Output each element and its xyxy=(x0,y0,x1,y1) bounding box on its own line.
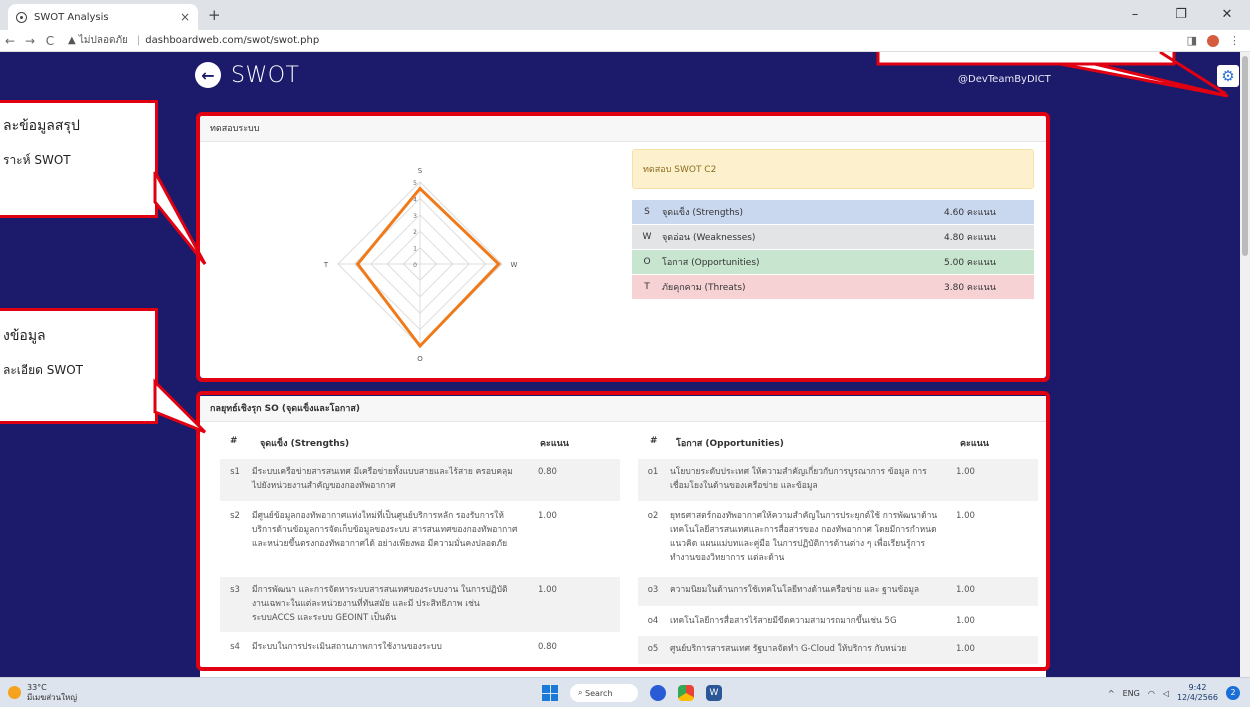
gear-icon[interactable]: ⚙ xyxy=(1217,65,1239,87)
highlight-box-detail xyxy=(196,391,1050,671)
callout-top-box xyxy=(876,52,1176,66)
tab-bar: SWOT Analysis × + – ❐ ✕ xyxy=(0,0,1250,30)
taskbar-center: ⌕ Search W xyxy=(542,684,722,702)
search-box[interactable]: ⌕ Search xyxy=(570,684,638,702)
minimize-button[interactable]: – xyxy=(1112,0,1158,30)
extensions-icon[interactable]: ◨ xyxy=(1187,34,1197,47)
weather-temp: 33°C xyxy=(27,682,47,692)
weather-widget[interactable]: 33°C มีเมฆส่วนใหญ่ xyxy=(8,683,77,703)
tab-title: SWOT Analysis xyxy=(34,11,109,23)
address-bar: ← → C ▲ ไม่ปลอดภัย | dashboardweb.com/sw… xyxy=(0,30,1250,52)
clock-time: 9:42 xyxy=(1188,683,1207,692)
menu-icon[interactable]: ⋮ xyxy=(1229,34,1240,47)
security-warning[interactable]: ▲ ไม่ปลอดภัย xyxy=(68,33,128,48)
search-label: Search xyxy=(585,688,613,698)
globe-icon xyxy=(16,11,27,23)
back-button[interactable]: ← xyxy=(0,34,20,48)
system-tray: ^ ENG ◠ ◁ 9:42 12/4/2566 2 xyxy=(1108,683,1240,703)
browser-tools: ◨ ⋮ xyxy=(1187,34,1250,47)
clock-date: 12/4/2566 xyxy=(1176,693,1218,702)
notification-badge[interactable]: 2 xyxy=(1226,686,1240,700)
window-controls: – ❐ ✕ xyxy=(1112,0,1250,30)
back-arrow-icon[interactable]: ← xyxy=(195,62,221,88)
close-window-button[interactable]: ✕ xyxy=(1204,0,1250,30)
callout-pointer-top xyxy=(1059,62,1229,98)
highlight-box-summary xyxy=(196,112,1050,382)
screen: SWOT Analysis × + – ❐ ✕ ← → C ▲ ไม่ปลอดภ… xyxy=(0,0,1250,707)
maximize-button[interactable]: ❐ xyxy=(1158,0,1204,30)
new-tab-button[interactable]: + xyxy=(208,6,221,24)
chevron-up-icon[interactable]: ^ xyxy=(1108,689,1115,698)
callout-summary-line2: ราะห์ SWOT xyxy=(3,153,71,167)
page-title: SWOT xyxy=(231,62,300,88)
chat-icon[interactable] xyxy=(650,685,666,701)
page-header: ← SWOT xyxy=(195,62,299,88)
clock[interactable]: 9:42 12/4/2566 xyxy=(1177,683,1218,703)
windows-start-icon[interactable] xyxy=(542,685,558,701)
scrollbar-thumb[interactable] xyxy=(1242,56,1248,256)
callout-detail: งข้อมูล ละเอียด SWOT xyxy=(0,308,158,424)
wifi-icon[interactable]: ◠ xyxy=(1148,689,1155,698)
weather-text: มีเมฆส่วนใหญ่ xyxy=(27,692,78,702)
profile-avatar[interactable] xyxy=(1207,34,1219,47)
close-tab-icon[interactable]: × xyxy=(180,10,190,24)
forward-button[interactable]: → xyxy=(20,34,40,48)
callout-detail-line1: งข้อมูล xyxy=(3,328,46,344)
chrome-icon[interactable] xyxy=(678,685,694,701)
callout-summary-line1: ละข้อมูลสรุป xyxy=(3,118,80,134)
speaker-icon[interactable]: ◁ xyxy=(1163,689,1169,698)
browser-tab[interactable]: SWOT Analysis × xyxy=(8,4,198,30)
reload-button[interactable]: C xyxy=(40,34,60,48)
url-field[interactable]: ▲ ไม่ปลอดภัย | dashboardweb.com/swot/swo… xyxy=(68,33,319,48)
taskbar: 33°C มีเมฆส่วนใหญ่ ⌕ Search W ^ ENG ◠ ◁ … xyxy=(0,677,1250,707)
url-text: dashboardweb.com/swot/swot.php xyxy=(145,35,320,46)
language-indicator[interactable]: ENG xyxy=(1123,689,1140,698)
page-body: ← SWOT @DevTeamByDICT ⚙ ทดสอบระบบ SWOT01… xyxy=(0,52,1250,677)
credit-text: @DevTeamByDICT xyxy=(958,74,1051,85)
url-separator: | xyxy=(136,35,141,46)
sun-icon xyxy=(8,686,21,699)
word-icon[interactable]: W xyxy=(706,685,722,701)
callout-detail-line2: ละเอียด SWOT xyxy=(3,363,84,377)
callout-summary: ละข้อมูลสรุป ราะห์ SWOT xyxy=(0,100,158,218)
page-scrollbar[interactable] xyxy=(1240,52,1250,677)
